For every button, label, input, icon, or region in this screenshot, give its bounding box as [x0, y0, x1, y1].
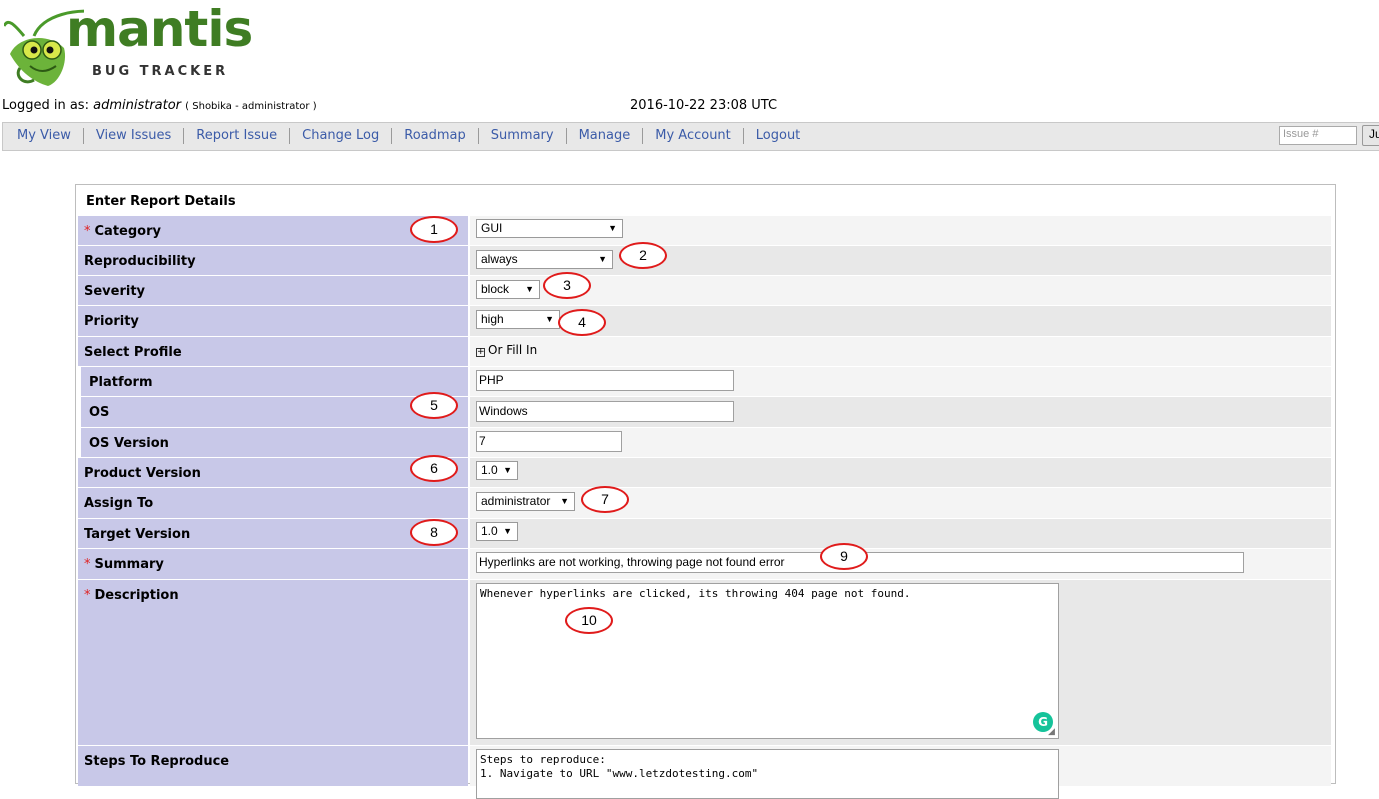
- product-version-label: Product Version: [78, 458, 468, 487]
- form-title: Enter Report Details: [86, 194, 236, 209]
- os-label: OS: [78, 397, 468, 427]
- annotation-marker: 6: [410, 455, 458, 482]
- reproducibility-select[interactable]: always ▼: [476, 250, 613, 269]
- description-textarea[interactable]: Whenever hyperlinks are clicked, its thr…: [476, 583, 1059, 739]
- required-mark: *: [84, 557, 91, 572]
- chevron-down-icon: ▼: [503, 465, 512, 475]
- menu-report-issue[interactable]: Report Issue: [184, 128, 291, 144]
- annotation-marker: 1: [410, 216, 458, 243]
- annotation-marker: 8: [410, 519, 458, 546]
- annotation-marker: 10: [565, 607, 613, 634]
- assign-to-select[interactable]: administrator ▼: [476, 492, 575, 511]
- steps-label: Steps To Reproduce: [78, 746, 468, 786]
- row-target-version: Target Version 1.0 ▼: [78, 519, 1331, 548]
- description-label: * Description: [78, 580, 468, 745]
- platform-label: Platform: [78, 367, 468, 396]
- summary-label: * Summary: [78, 549, 468, 579]
- mantis-logo[interactable]: mantis BUG TRACKER: [4, 0, 253, 88]
- annotation-marker: 5: [410, 392, 458, 419]
- annotation-marker: 2: [619, 242, 667, 269]
- priority-select[interactable]: high ▼: [476, 310, 560, 329]
- jump-button[interactable]: Ju: [1362, 125, 1379, 146]
- main-menu-bar: My View View Issues Report Issue Change …: [2, 122, 1379, 151]
- row-os: OS Windows: [78, 397, 1331, 427]
- login-username: administrator: [93, 98, 182, 113]
- priority-label: Priority: [78, 306, 468, 336]
- steps-textarea[interactable]: Steps to reproduce: 1. Navigate to URL "…: [476, 749, 1059, 799]
- assign-to-label: Assign To: [78, 488, 468, 518]
- or-fill-in-toggle[interactable]: + Or Fill In: [476, 343, 537, 357]
- row-category: * Category GUI ▼: [78, 216, 1331, 245]
- menu-view-issues[interactable]: View Issues: [84, 128, 185, 144]
- row-reproducibility: Reproducibility always ▼: [78, 246, 1331, 275]
- row-assign-to: Assign To administrator ▼: [78, 488, 1331, 518]
- menu-roadmap[interactable]: Roadmap: [392, 128, 479, 144]
- menu-my-view[interactable]: My View: [3, 128, 84, 144]
- os-version-input[interactable]: 7: [476, 431, 622, 452]
- annotation-marker: 4: [558, 309, 606, 336]
- menu-manage[interactable]: Manage: [567, 128, 644, 144]
- login-info: Logged in as: administrator ( Shobika - …: [2, 98, 317, 113]
- product-version-select[interactable]: 1.0 ▼: [476, 461, 518, 480]
- row-steps-to-reproduce: Steps To Reproduce Steps to reproduce: 1…: [78, 746, 1331, 799]
- row-product-version: Product Version 1.0 ▼: [78, 458, 1331, 487]
- menu-my-account[interactable]: My Account: [643, 128, 744, 144]
- logo-wordmark: mantis: [66, 0, 253, 58]
- os-input[interactable]: Windows: [476, 401, 734, 422]
- row-select-profile: Select Profile + Or Fill In: [78, 337, 1331, 366]
- annotation-marker: 9: [820, 543, 868, 570]
- expand-plus-icon: +: [476, 347, 485, 357]
- login-prefix: Logged in as:: [2, 98, 89, 113]
- row-platform: Platform PHP: [78, 367, 1331, 396]
- row-priority: Priority high ▼: [78, 306, 1331, 336]
- menu-change-log[interactable]: Change Log: [290, 128, 393, 144]
- required-mark: *: [84, 588, 91, 603]
- report-issue-form: Enter Report Details * Category GUI ▼ Repr…: [75, 184, 1336, 799]
- annotation-marker: 3: [543, 272, 591, 299]
- row-summary: * Summary Hyperlinks are not working, thr…: [78, 549, 1331, 579]
- required-mark: *: [84, 224, 91, 239]
- reproducibility-label: Reproducibility: [78, 246, 468, 275]
- chevron-down-icon: ▼: [608, 223, 617, 233]
- logo-subtitle: BUG TRACKER: [92, 64, 229, 79]
- issue-number-input[interactable]: Issue #: [1279, 126, 1357, 145]
- os-version-label: OS Version: [78, 428, 468, 457]
- chevron-down-icon: ▼: [525, 284, 534, 294]
- category-select[interactable]: GUI ▼: [476, 219, 623, 238]
- resize-grip-icon[interactable]: ◢: [1048, 728, 1330, 744]
- menu-summary[interactable]: Summary: [479, 128, 567, 144]
- main-menu: My View View Issues Report Issue Change …: [3, 128, 812, 144]
- severity-select[interactable]: block ▼: [476, 280, 540, 299]
- platform-input[interactable]: PHP: [476, 370, 734, 391]
- chevron-down-icon: ▼: [560, 496, 569, 506]
- menu-logout[interactable]: Logout: [744, 128, 813, 144]
- chevron-down-icon: ▼: [503, 526, 512, 536]
- current-datetime: 2016-10-22 23:08 UTC: [630, 98, 778, 113]
- chevron-down-icon: ▼: [598, 254, 607, 264]
- severity-label: Severity: [78, 276, 468, 305]
- row-os-version: OS Version 7: [78, 428, 1331, 457]
- annotation-marker: 7: [581, 486, 629, 513]
- row-description: * Description Whenever hyperlinks are cli…: [78, 580, 1331, 745]
- select-profile-label: Select Profile: [78, 337, 468, 366]
- target-version-select[interactable]: 1.0 ▼: [476, 522, 518, 541]
- login-detail: ( Shobika - administrator ): [185, 101, 317, 112]
- row-severity: Severity block ▼: [78, 276, 1331, 305]
- chevron-down-icon: ▼: [545, 314, 554, 324]
